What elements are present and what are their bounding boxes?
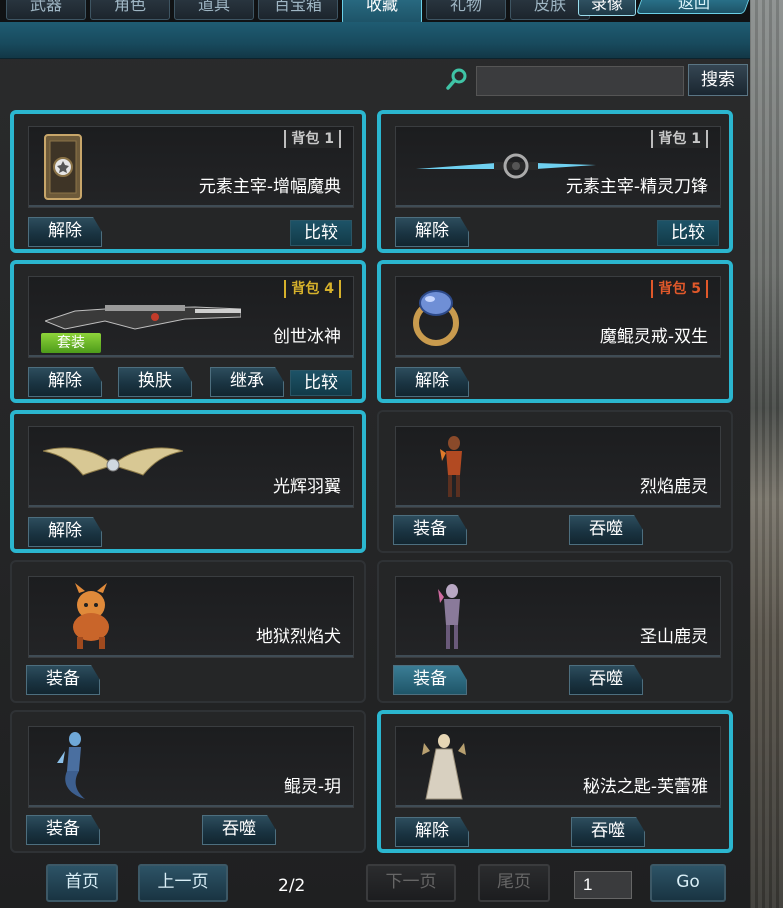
fire-deer-spirit-icon (440, 436, 462, 497)
last-page-button[interactable]: 尾页 (478, 864, 550, 902)
devour-button[interactable]: 吞噬 (569, 515, 643, 545)
collection-panel: 武器 角色 道具 百宝箱 收藏 礼物 皮肤 录像 返回 搜索 背包 1 元素主宰… (0, 0, 753, 908)
bag-tag: 背包 1 (284, 130, 341, 148)
tab-weapons[interactable]: 武器 (6, 0, 86, 20)
search-input[interactable] (476, 66, 684, 96)
unequip-button[interactable]: 解除 (395, 217, 469, 247)
tab-bar: 武器 角色 道具 百宝箱 收藏 礼物 皮肤 录像 返回 (0, 0, 753, 24)
item-name: 元素主宰-精灵刀锋 (565, 177, 708, 197)
item-slot: 圣山鹿灵 (395, 576, 721, 658)
collection-card[interactable]: 秘法之匙-芙蕾雅 解除 吞噬 (377, 710, 733, 853)
collection-card[interactable]: 背包 1 元素主宰-增幅魔典 解除 比较 (10, 110, 366, 253)
wings-icon (43, 447, 183, 476)
equip-button[interactable]: 装备 (393, 665, 467, 695)
exit-button[interactable]: 返回 (635, 0, 753, 14)
item-name: 地狱烈焰犬 (256, 627, 341, 647)
item-slot: 背包 5 魔鲲灵戒-双生 (395, 276, 721, 358)
item-name: 鲲灵-玥 (283, 777, 341, 797)
bag-tag: 背包 1 (651, 130, 708, 148)
collection-card[interactable]: 烈焰鹿灵 装备 吞噬 (377, 410, 733, 553)
equip-button[interactable]: 装备 (393, 515, 467, 545)
search-button[interactable]: 搜索 (688, 64, 748, 96)
item-name: 元素主宰-增幅魔典 (198, 177, 341, 197)
item-name: 圣山鹿灵 (640, 627, 708, 647)
item-slot: 光辉羽翼 (28, 426, 354, 508)
unequip-button[interactable]: 解除 (28, 367, 102, 397)
item-slot: 背包 1 元素主宰-增幅魔典 (28, 126, 354, 208)
header-band (0, 22, 750, 59)
record-button[interactable]: 录像 (578, 0, 636, 16)
tab-items[interactable]: 道具 (174, 0, 254, 20)
unequip-button[interactable]: 解除 (395, 367, 469, 397)
kun-spirit-yue-icon (57, 732, 85, 799)
item-name: 烈焰鹿灵 (640, 477, 708, 497)
rifle-icon (45, 305, 241, 330)
tab-characters[interactable]: 角色 (90, 0, 170, 20)
equip-button[interactable]: 装备 (26, 665, 100, 695)
first-page-button[interactable]: 首页 (46, 864, 118, 902)
item-slot: 鲲灵-玥 (28, 726, 354, 808)
item-slot: 地狱烈焰犬 (28, 576, 354, 658)
inherit-button[interactable]: 继承 (210, 367, 284, 397)
collection-card[interactable]: 光辉羽翼 解除 (10, 410, 366, 553)
collection-card[interactable]: 圣山鹿灵 装备 吞噬 (377, 560, 733, 703)
collection-card[interactable]: 背包 5 魔鲲灵戒-双生 解除 (377, 260, 733, 403)
go-button[interactable]: Go (650, 864, 726, 902)
exit-button-label: 返回 (677, 0, 710, 12)
spellbook-icon (44, 134, 82, 200)
bag-tag: 背包 4 (284, 280, 341, 298)
next-page-button[interactable]: 下一页 (366, 864, 456, 902)
collection-card[interactable]: 地狱烈焰犬 装备 (10, 560, 366, 703)
page-indicator: 2/2 (278, 876, 306, 896)
bag-tag: 背包 5 (651, 280, 708, 298)
item-name: 光辉羽翼 (273, 477, 341, 497)
ring-icon (413, 290, 459, 346)
collection-card[interactable]: 鲲灵-玥 装备 吞噬 (10, 710, 366, 853)
arcane-key-freya-icon (422, 734, 466, 800)
change-skin-button[interactable]: 换肤 (118, 367, 192, 397)
devour-button[interactable]: 吞噬 (569, 665, 643, 695)
item-slot: 套装 背包 4 创世冰神 (28, 276, 354, 358)
unequip-button[interactable]: 解除 (28, 517, 102, 547)
item-slot: 背包 1 元素主宰-精灵刀锋 (395, 126, 721, 208)
tab-gifts[interactable]: 礼物 (426, 0, 506, 20)
tab-treasure-box[interactable]: 百宝箱 (258, 0, 338, 20)
item-slot: 秘法之匙-芙蕾雅 (395, 726, 721, 808)
item-name: 魔鲲灵戒-双生 (599, 327, 708, 347)
compare-button[interactable]: 比较 (657, 220, 719, 246)
search-icon (446, 68, 467, 90)
tab-collection[interactable]: 收藏 (342, 0, 422, 24)
item-name: 秘法之匙-芙蕾雅 (582, 777, 708, 797)
unequip-button[interactable]: 解除 (395, 817, 469, 847)
item-slot: 烈焰鹿灵 (395, 426, 721, 508)
devour-button[interactable]: 吞噬 (202, 815, 276, 845)
devour-button[interactable]: 吞噬 (571, 817, 645, 847)
background-scenery (748, 0, 783, 908)
page-number-input[interactable] (574, 871, 632, 899)
prev-page-button[interactable]: 上一页 (138, 864, 228, 902)
equip-button[interactable]: 装备 (26, 815, 100, 845)
collection-card[interactable]: 背包 1 元素主宰-精灵刀锋 解除 比较 (377, 110, 733, 253)
unequip-button[interactable]: 解除 (28, 217, 102, 247)
item-name: 创世冰神 (273, 327, 341, 347)
set-badge: 套装 (41, 333, 101, 353)
collection-card[interactable]: 套装 背包 4 创世冰神 解除 换肤 继承 比较 (10, 260, 366, 403)
compare-button[interactable]: 比较 (290, 370, 352, 396)
holy-mountain-deer-spirit-icon (438, 584, 460, 649)
compare-button[interactable]: 比较 (290, 220, 352, 246)
hellfire-hound-icon (73, 583, 109, 649)
